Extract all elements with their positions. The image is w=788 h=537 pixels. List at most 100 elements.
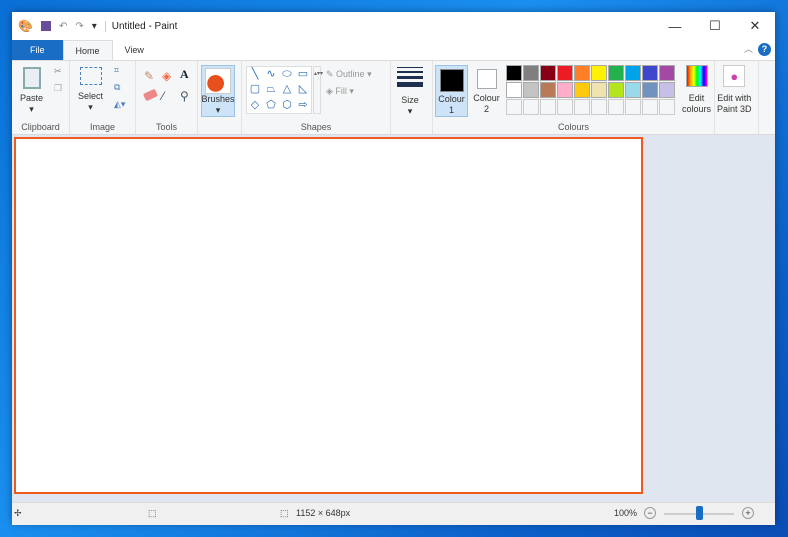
colour-swatch[interactable] bbox=[642, 82, 658, 98]
brushes-button[interactable]: Brushes ▾ bbox=[201, 65, 235, 117]
zoom-level: 100% bbox=[614, 508, 638, 518]
cut-icon[interactable]: ✂ bbox=[54, 66, 62, 77]
colour-swatch[interactable] bbox=[523, 99, 539, 115]
diamond-shape-icon[interactable]: ◇ bbox=[247, 98, 263, 113]
copy-icon[interactable]: ❐ bbox=[54, 83, 62, 94]
shapes-label: Shapes bbox=[300, 122, 332, 132]
colour-swatch[interactable] bbox=[591, 65, 607, 81]
rotate-icon[interactable]: ◭▾ bbox=[114, 99, 125, 110]
pentagon-shape-icon[interactable]: ⬠ bbox=[263, 98, 279, 113]
paste-button[interactable]: Paste ▾ bbox=[20, 67, 43, 115]
shapes-group: ╲ ∿ ⬭ ▭ ▢ ⏢ △ ◺ ◇ ⬠ ⬡ ⇨ ▴▾▾ ✎ Outline ▾ ◈ Fill ▾ … bbox=[242, 61, 391, 134]
tab-home[interactable]: Home bbox=[62, 40, 113, 60]
colour-spectrum-icon bbox=[685, 65, 708, 87]
colour2-number: 2 bbox=[483, 104, 489, 114]
redo-icon[interactable]: ↷ bbox=[75, 21, 83, 32]
colour-swatch[interactable] bbox=[642, 65, 658, 81]
cursor-position-icon: ✢ bbox=[14, 508, 22, 518]
tab-file[interactable]: File bbox=[12, 40, 63, 60]
outline-button[interactable]: ✎ Outline ▾ bbox=[326, 69, 372, 80]
size-button[interactable]: Size ▾ bbox=[397, 67, 423, 117]
crop-icon[interactable]: ⌗ bbox=[114, 65, 119, 76]
size-group: Size ▾ bbox=[391, 61, 433, 134]
close-button[interactable]: ✕ bbox=[735, 12, 775, 40]
colour-swatch[interactable] bbox=[557, 65, 573, 81]
colour-swatch[interactable] bbox=[625, 99, 641, 115]
colour-swatch[interactable] bbox=[659, 65, 675, 81]
colour-swatch[interactable] bbox=[642, 99, 658, 115]
colour-swatch[interactable] bbox=[506, 99, 522, 115]
hexagon-shape-icon[interactable]: ⬡ bbox=[279, 98, 295, 113]
ribbon-tabs: File Home View ︿ ? bbox=[12, 40, 775, 60]
zoom-slider-thumb[interactable] bbox=[696, 506, 703, 520]
text-icon[interactable]: A bbox=[180, 67, 189, 82]
tools-label: Tools bbox=[155, 122, 177, 132]
line-shape-icon[interactable]: ╲ bbox=[247, 67, 263, 82]
drawing-canvas[interactable] bbox=[14, 137, 643, 494]
polygon-shape-icon[interactable]: ⏢ bbox=[263, 82, 279, 97]
colour-picker-icon[interactable]: ⁄ bbox=[162, 89, 164, 103]
maximize-button[interactable]: ☐ bbox=[695, 12, 735, 40]
rounded-rect-shape-icon[interactable]: ▢ bbox=[247, 82, 263, 97]
colour-swatch[interactable] bbox=[574, 65, 590, 81]
resize-icon[interactable]: ⧉ bbox=[114, 82, 120, 93]
select-button[interactable]: Select ▾ bbox=[78, 67, 103, 113]
save-icon[interactable] bbox=[40, 21, 51, 31]
colour-swatch[interactable] bbox=[540, 99, 556, 115]
edit-with-paint3d-button[interactable]: ● Edit with Paint 3D bbox=[717, 65, 752, 115]
right-triangle-shape-icon[interactable]: ◺ bbox=[295, 82, 311, 97]
minimize-button[interactable]: — bbox=[655, 12, 695, 40]
colour-swatch[interactable] bbox=[523, 65, 539, 81]
paint3d-label1: Edit with bbox=[717, 93, 752, 103]
colour-swatch[interactable] bbox=[574, 82, 590, 98]
title-bar: 🎨 ↶ ↷ ▾ Untitled - Paint — ☐ ✕ bbox=[12, 12, 775, 40]
colour-swatch[interactable] bbox=[506, 82, 522, 98]
zoom-in-button[interactable]: + bbox=[742, 507, 754, 519]
colour-swatch[interactable] bbox=[591, 82, 607, 98]
colour-swatch[interactable] bbox=[659, 82, 675, 98]
curve-shape-icon[interactable]: ∿ bbox=[263, 67, 279, 82]
fill-button[interactable]: ◈ Fill ▾ bbox=[326, 86, 354, 97]
colour-swatch[interactable] bbox=[659, 99, 675, 115]
pencil-icon[interactable]: ✎ bbox=[144, 69, 154, 83]
image-label: Image bbox=[89, 122, 115, 132]
colour-swatch[interactable] bbox=[557, 99, 573, 115]
paste-label: Paste bbox=[20, 93, 44, 103]
eraser-icon[interactable] bbox=[142, 88, 159, 102]
shapes-scroll[interactable]: ▴▾▾ bbox=[313, 66, 323, 114]
oval-shape-icon[interactable]: ⬭ bbox=[279, 67, 295, 82]
customize-qat-icon[interactable]: ▾ bbox=[92, 21, 97, 32]
colour-swatch[interactable] bbox=[608, 99, 624, 115]
rectangle-shape-icon[interactable]: ▭ bbox=[295, 67, 311, 82]
colour1-button[interactable]: Colour 1 bbox=[435, 65, 468, 117]
colour-swatch[interactable] bbox=[625, 65, 641, 81]
colour-swatch[interactable] bbox=[591, 99, 607, 115]
colour1-label: Colour bbox=[438, 94, 465, 104]
colour-swatch[interactable] bbox=[540, 65, 556, 81]
line-size-icon bbox=[397, 67, 423, 89]
collapse-ribbon-icon[interactable]: ︿ bbox=[744, 42, 753, 55]
colour-swatch[interactable] bbox=[608, 65, 624, 81]
colour2-label: Colour bbox=[473, 93, 500, 103]
colour-swatch[interactable] bbox=[608, 82, 624, 98]
canvas-area bbox=[12, 135, 775, 502]
shapes-gallery[interactable]: ╲ ∿ ⬭ ▭ ▢ ⏢ △ ◺ ◇ ⬠ ⬡ ⇨ bbox=[246, 66, 312, 114]
undo-icon[interactable]: ↶ bbox=[59, 21, 67, 32]
triangle-shape-icon[interactable]: △ bbox=[279, 82, 295, 97]
colour-swatch[interactable] bbox=[574, 99, 590, 115]
colour-swatch[interactable] bbox=[625, 82, 641, 98]
fill-bucket-icon[interactable]: ◈ bbox=[162, 69, 171, 83]
size-label: Size bbox=[401, 95, 419, 105]
magnifier-icon[interactable]: ⚲ bbox=[180, 89, 189, 103]
edit-colours-label1: Edit bbox=[688, 93, 705, 103]
colour-swatch[interactable] bbox=[540, 82, 556, 98]
edit-colours-button[interactable]: Edit colours bbox=[682, 65, 711, 115]
arrow-shape-icon[interactable]: ⇨ bbox=[295, 98, 311, 113]
colour-swatch[interactable] bbox=[523, 82, 539, 98]
help-icon[interactable]: ? bbox=[758, 43, 771, 56]
colour-swatch[interactable] bbox=[557, 82, 573, 98]
colour-swatch[interactable] bbox=[506, 65, 522, 81]
tab-view[interactable]: View bbox=[113, 40, 156, 60]
zoom-out-button[interactable]: − bbox=[644, 507, 656, 519]
colour2-button[interactable]: Colour 2 bbox=[470, 65, 503, 117]
